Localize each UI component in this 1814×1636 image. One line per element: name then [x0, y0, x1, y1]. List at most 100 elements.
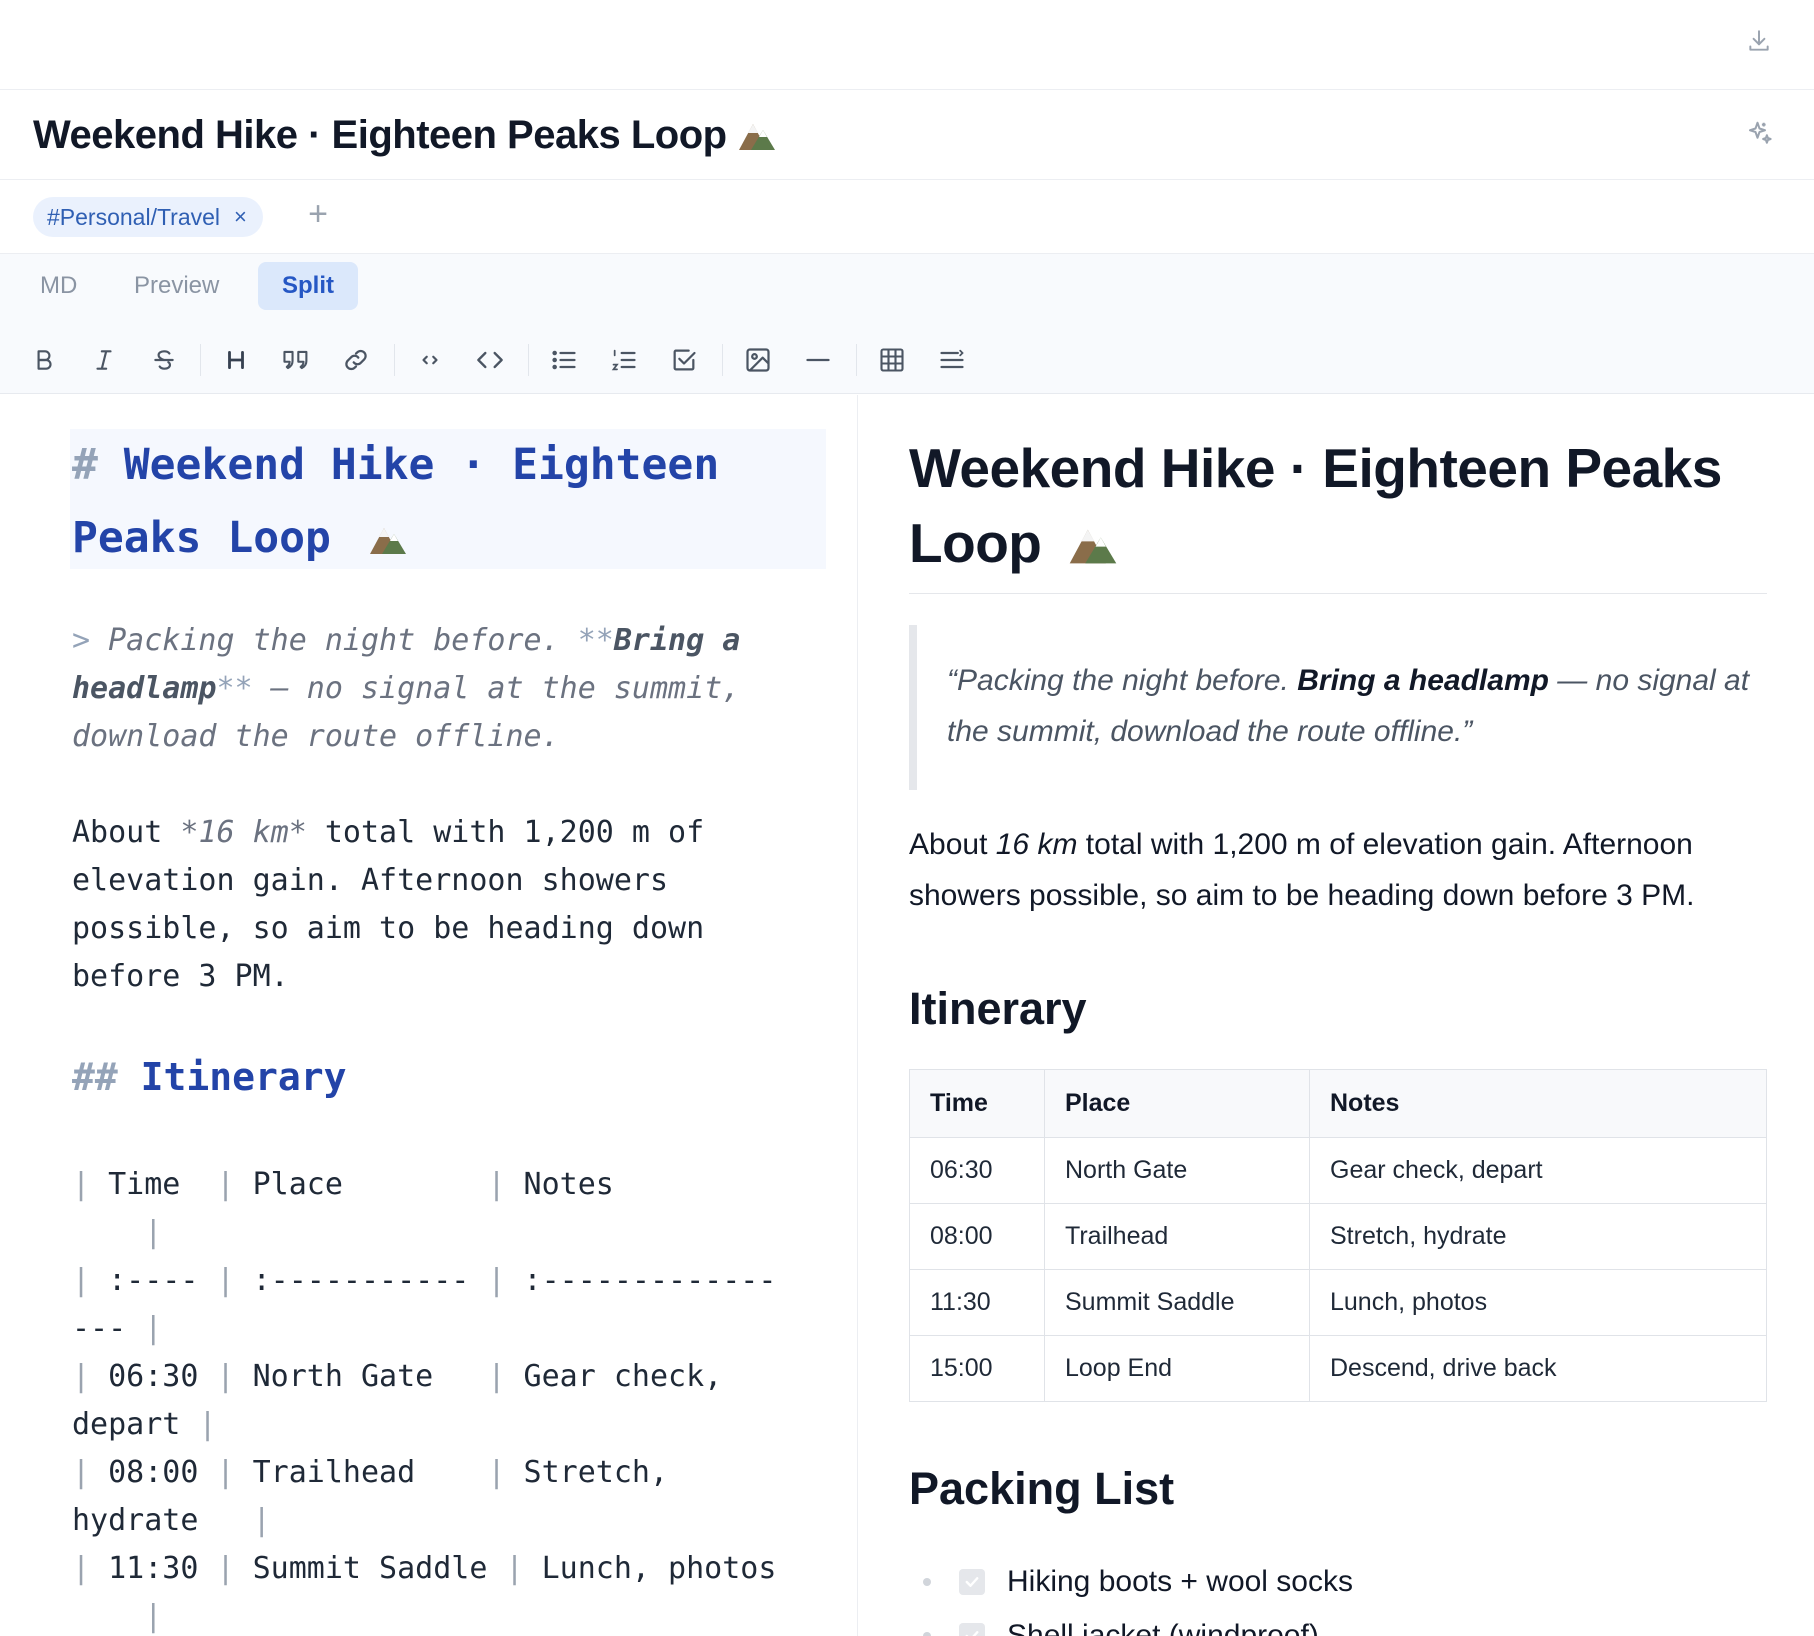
table-line-text: depart — [72, 1407, 199, 1442]
table-cell: Gear check, depart — [1309, 1137, 1767, 1204]
inline-code-icon[interactable] — [408, 338, 452, 382]
title-bar: Weekend Hike · Eighteen Peaks Loop — [0, 90, 1814, 180]
quote-bold-text: Bring a headlamp — [1297, 664, 1549, 697]
remove-tag-icon[interactable]: × — [234, 206, 247, 228]
table-line-text: Lunch, photos — [523, 1551, 777, 1586]
editor-table-source: | Time | Place | Notes | | :---- | :-----… — [72, 1161, 828, 1636]
editor-paragraph: About *16 km* total with 1,200 m of elev… — [72, 809, 812, 1001]
table-pipe: | — [144, 1599, 163, 1634]
table-pipe: | — [487, 1263, 506, 1298]
editor-heading-2: ## Itinerary — [72, 1055, 347, 1099]
table-pipe: | — [72, 1551, 91, 1586]
heading-icon[interactable] — [214, 338, 258, 382]
editor-table-line: | — [72, 1209, 828, 1257]
tag-label: #Personal/Travel — [47, 203, 221, 230]
em-marker: * — [288, 815, 307, 850]
tag-chip[interactable]: #Personal/Travel × — [33, 197, 263, 237]
numbered-list-icon[interactable] — [602, 338, 646, 382]
para-em-text: 16 km — [198, 815, 289, 850]
bullet-list-icon[interactable] — [542, 338, 586, 382]
table-line-text: Place — [234, 1167, 488, 1202]
editor-table-line: depart | — [72, 1401, 828, 1449]
toolbar-divider — [200, 344, 201, 376]
para-text-start: About — [72, 815, 163, 850]
quote-text-start: Packing the night before. — [957, 664, 1289, 697]
note-title[interactable]: Weekend Hike · Eighteen Peaks Loop — [33, 108, 777, 166]
editor-table-line: | Time | Place | Notes — [72, 1161, 828, 1209]
table-line-text: --- — [72, 1311, 145, 1346]
para-em-text: 16 km — [995, 828, 1078, 861]
sparkle-icon[interactable] — [1740, 114, 1780, 154]
heading-marker: ## — [72, 1055, 118, 1099]
table-icon[interactable] — [870, 338, 914, 382]
table-cell: Loop End — [1044, 1335, 1310, 1402]
editor-table-line: | 06:30 | North Gate | Gear check, — [72, 1353, 828, 1401]
preview-blockquote: “Packing the night before. Bring a headl… — [909, 625, 1767, 790]
table-line-text: 11:30 — [90, 1551, 217, 1586]
bullet-icon — [923, 1578, 931, 1586]
table-header-cell: Place — [1044, 1069, 1310, 1138]
editor-table-line: | 11:30 | Summit Saddle | Lunch, photos — [72, 1545, 828, 1593]
para-text-end: total with 1,200 m of elevation gain. Af… — [72, 815, 705, 994]
list-item-label: Hiking boots + wool socks — [1007, 1565, 1353, 1598]
quote-close-mark: ” — [1462, 715, 1473, 748]
table-line-text: :----------- — [234, 1263, 488, 1298]
table-row: 06:30 North Gate Gear check, depart — [909, 1137, 1767, 1204]
bullet-icon — [923, 1632, 931, 1636]
editor-table-line: | 08:00 | Trailhead | Stretch, — [72, 1449, 828, 1497]
em-marker: * — [180, 815, 199, 850]
toolbar-divider — [528, 344, 529, 376]
table-pipe: | — [144, 1311, 163, 1346]
tab-split[interactable]: Split — [258, 262, 358, 310]
mode-tabs: MD Preview Split — [0, 254, 1814, 326]
table-header-cell: Notes — [1309, 1069, 1767, 1138]
preview-heading-1-text: Weekend Hike · Eighteen Peaks Loop — [909, 437, 1722, 574]
table-of-contents-icon[interactable] — [930, 338, 974, 382]
editor-heading-2-text: Itinerary — [140, 1055, 347, 1099]
mountain-icon — [367, 506, 409, 579]
table-line-text — [72, 1215, 144, 1250]
table-line-text: North Gate — [234, 1359, 488, 1394]
bold-icon[interactable] — [22, 338, 66, 382]
add-tag-button[interactable]: + — [300, 194, 336, 234]
quote-text-start: Packing the night before. — [108, 623, 560, 658]
link-icon[interactable] — [334, 338, 378, 382]
table-pipe: | — [72, 1455, 91, 1490]
preview-paragraph: About 16 km total with 1,200 m of elevat… — [909, 819, 1767, 921]
strikethrough-icon[interactable] — [142, 338, 186, 382]
table-header-row: Time Place Notes — [909, 1069, 1767, 1138]
table-cell: 15:00 — [909, 1335, 1045, 1402]
table-cell: Summit Saddle — [1044, 1269, 1310, 1336]
para-text-start: About — [909, 828, 988, 861]
italic-icon[interactable] — [82, 338, 126, 382]
preview-heading-itinerary: Itinerary — [909, 983, 1087, 1034]
table-line-text: Stretch, — [505, 1455, 669, 1490]
code-block-icon[interactable] — [468, 338, 512, 382]
table-line-text: :---- — [90, 1263, 217, 1298]
list-item: Shell jacket (windproof) — [923, 1609, 1763, 1636]
table-pipe: | — [72, 1263, 91, 1298]
table-line-text: hydrate — [72, 1503, 253, 1538]
itinerary-table: Time Place Notes 06:30 North Gate Gear c… — [909, 1069, 1767, 1402]
tab-md[interactable]: MD — [16, 262, 101, 310]
markdown-editor[interactable]: # Weekend Hike · Eighteen Peaks Loop > P… — [0, 395, 858, 1636]
bold-marker: ** — [216, 671, 253, 706]
quote-icon[interactable] — [274, 338, 318, 382]
list-item-label: Shell jacket (windproof) — [1007, 1619, 1319, 1636]
table-cell: Descend, drive back — [1309, 1335, 1767, 1402]
checkbox-checked[interactable] — [959, 1623, 985, 1636]
table-line-text: Notes — [505, 1167, 614, 1202]
download-icon[interactable] — [1742, 24, 1776, 58]
markdown-preview: Weekend Hike · Eighteen Peaks Loop “Pack… — [859, 395, 1814, 1636]
tab-preview[interactable]: Preview — [110, 262, 243, 310]
preview-heading-packing: Packing List — [909, 1463, 1175, 1514]
image-icon[interactable] — [736, 338, 780, 382]
table-pipe: | — [487, 1167, 506, 1202]
table-pipe: | — [216, 1359, 235, 1394]
task-list-icon[interactable] — [662, 338, 706, 382]
editor-blockquote: > Packing the night before. **Bring a he… — [72, 617, 812, 761]
horizontal-rule-icon[interactable] — [796, 338, 840, 382]
checkbox-checked[interactable] — [959, 1569, 985, 1595]
table-row: 11:30 Summit Saddle Lunch, photos — [909, 1269, 1767, 1336]
table-line-text: Gear check, — [505, 1359, 723, 1394]
